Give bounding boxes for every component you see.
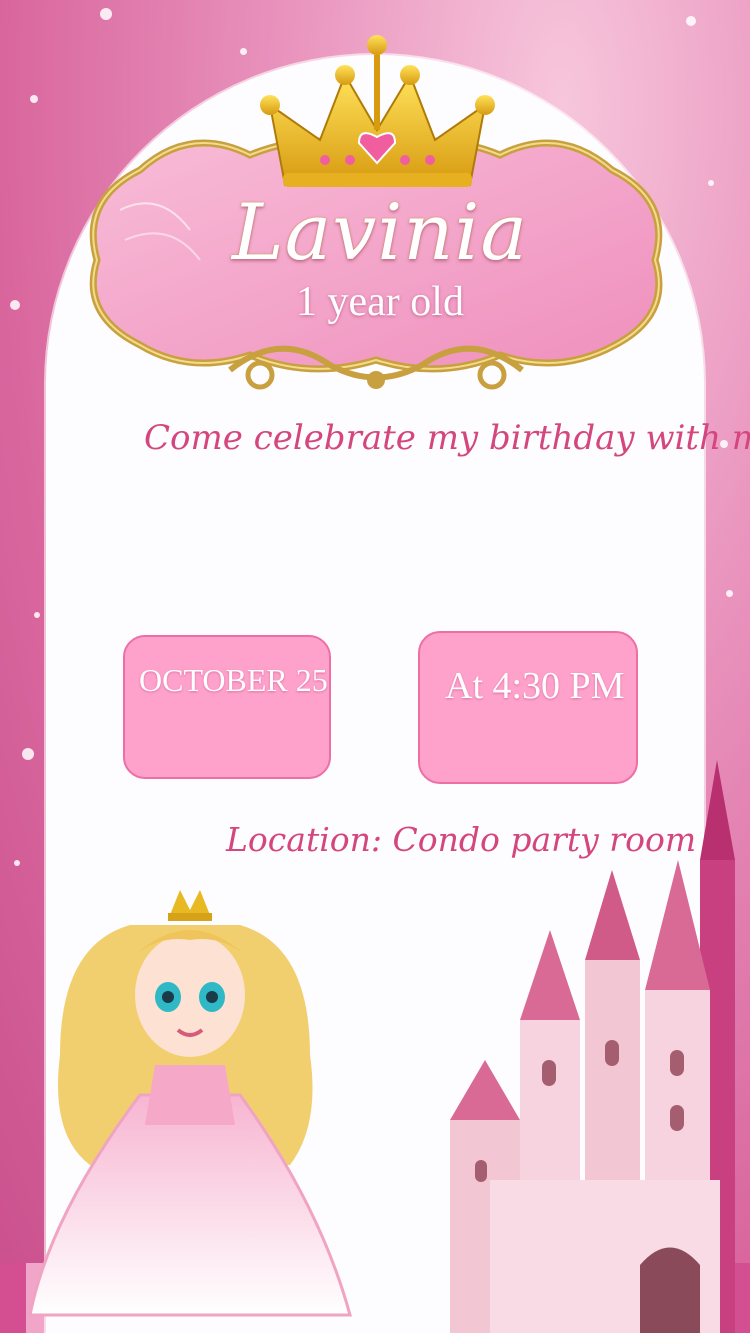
sparkle <box>708 180 714 186</box>
sparkle <box>726 590 733 597</box>
sparkle <box>686 16 696 26</box>
sparkle <box>22 748 34 760</box>
date-box <box>123 635 331 779</box>
castle-illustration <box>450 760 735 1333</box>
party-date: OCTOBER 25 <box>139 662 328 698</box>
child-name: Lavinia <box>232 188 528 278</box>
sparkle <box>100 8 112 20</box>
princess-illustration <box>28 890 352 1317</box>
invitation-message: Come celebrate my birthday with me. You … <box>144 418 750 458</box>
crown-icon <box>260 35 495 187</box>
invitation-background: Lavinia 1 year old Come celebrate my bir… <box>0 0 750 1333</box>
sparkle <box>34 612 40 618</box>
sparkle <box>30 95 38 103</box>
sparkle <box>14 860 20 866</box>
age-text: 1 year old <box>296 279 464 325</box>
party-time: At 4:30 PM <box>445 665 625 707</box>
sparkle <box>10 300 20 310</box>
sparkle <box>240 48 247 55</box>
